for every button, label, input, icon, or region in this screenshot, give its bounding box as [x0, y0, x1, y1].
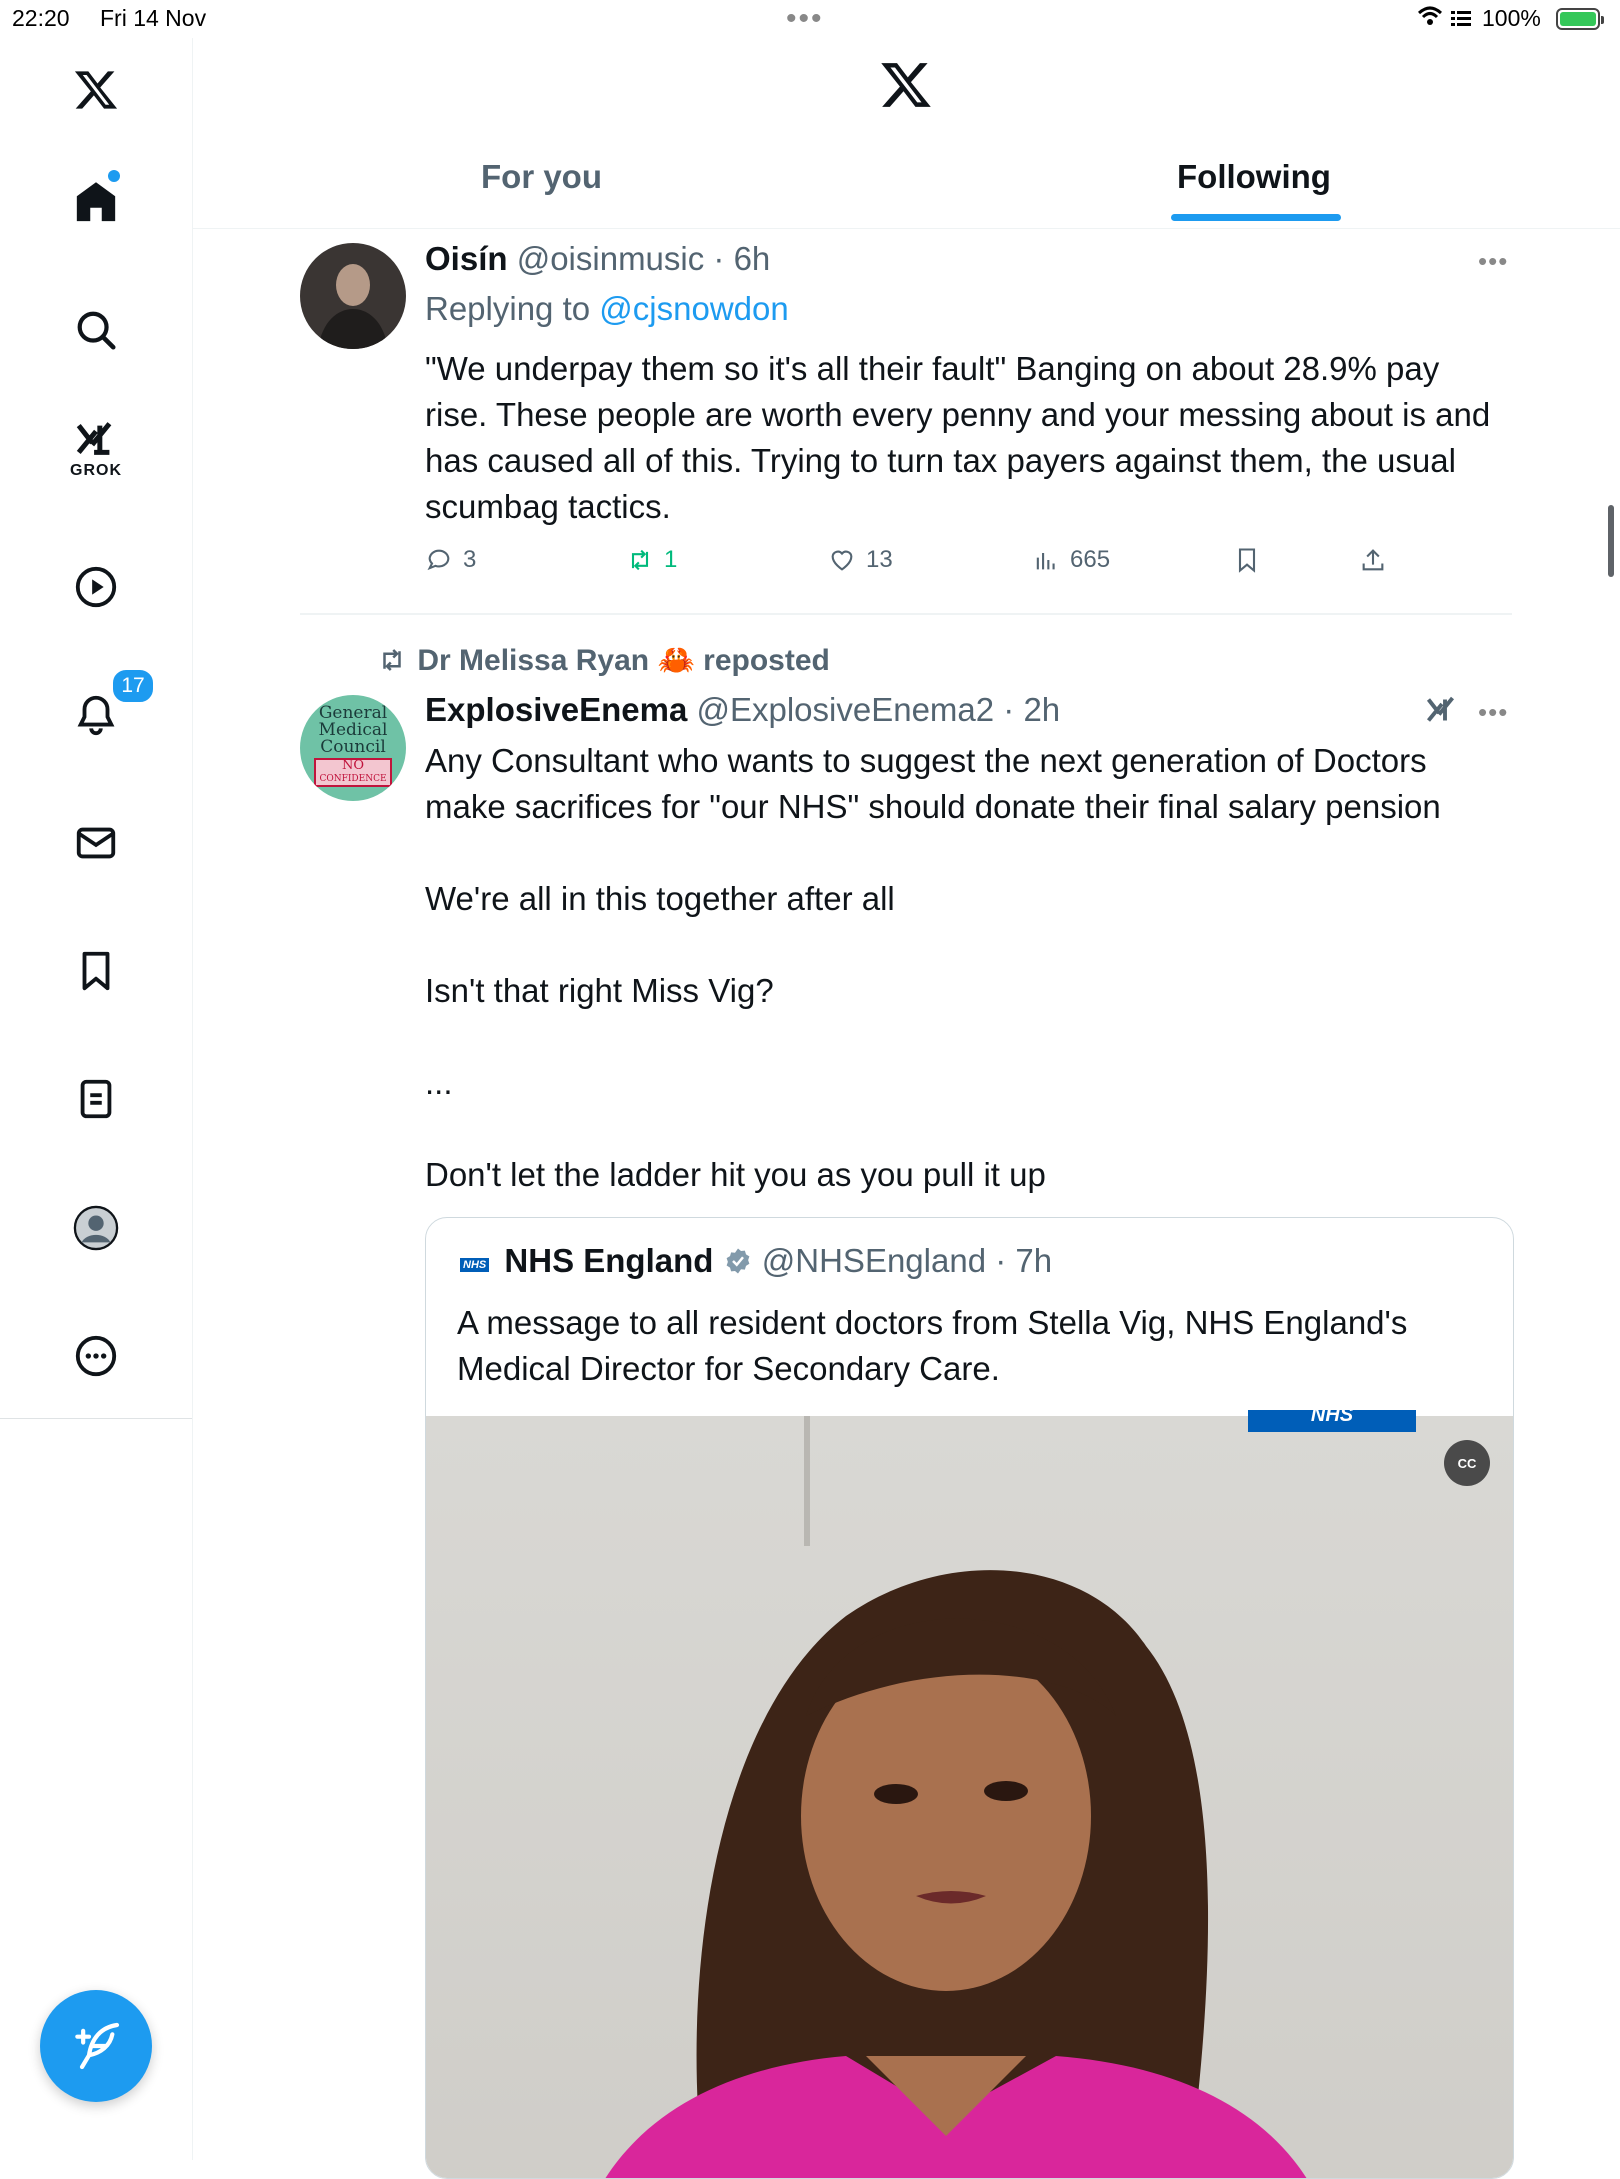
messages-icon[interactable]	[46, 803, 146, 883]
status-bar: 22:20 Fri 14 Nov ••• 100%	[0, 0, 1620, 38]
quote-text: A message to all resident doctors from S…	[457, 1304, 1408, 1387]
repost-small-icon	[383, 649, 401, 671]
battery-icon	[1556, 8, 1604, 30]
tweet-text: "We underpay them so it's all their faul…	[425, 350, 1491, 525]
tab-for-you-label: For you	[481, 158, 602, 195]
tab-for-you[interactable]: For you	[481, 158, 602, 196]
reposted-label: reposted	[703, 644, 830, 677]
multitasking-dots-icon[interactable]: •••	[786, 2, 824, 36]
repost-count: 1	[664, 546, 678, 573]
search-icon[interactable]	[46, 290, 146, 370]
tweet-paragraph: Any Consultant who wants to suggest the …	[425, 742, 1441, 825]
status-date: Fri 14 Nov	[100, 5, 207, 31]
avatar-text-line: CONFIDENCE	[319, 774, 387, 784]
reply-icon	[427, 549, 450, 571]
heart-icon	[831, 550, 853, 571]
tweet-divider	[300, 613, 1512, 615]
share-icon	[1362, 549, 1384, 571]
notifications-icon[interactable]: 17	[46, 667, 156, 755]
tweet-paragraph: We're all in this together after all	[425, 880, 895, 917]
grok-icon[interactable]: GROK	[46, 410, 146, 490]
sidebar-divider	[0, 1418, 192, 1419]
scrollbar-thumb[interactable]	[1608, 505, 1614, 577]
timeline-header: For you Following	[193, 38, 1620, 229]
replying-prefix: Replying to	[425, 290, 591, 327]
replying-to: Replying to @cjsnowdon	[425, 290, 789, 328]
quote-timestamp: 7h	[1015, 1242, 1053, 1279]
video-player[interactable]: NHS CC	[426, 1410, 1513, 2178]
like-count: 13	[866, 546, 893, 573]
more-icon[interactable]: •••	[1478, 697, 1508, 728]
repost-icon	[631, 549, 649, 571]
tab-following[interactable]: Following	[1171, 158, 1341, 221]
handle[interactable]: @oisinmusic	[517, 240, 705, 277]
quote-display-name: NHS England	[504, 1242, 714, 1279]
compose-post-button[interactable]	[40, 1990, 152, 2102]
more-options-icon[interactable]	[46, 1316, 146, 1396]
repost-button[interactable]: 1	[626, 546, 677, 574]
tweet-header: ExplosiveEnema @ExplosiveEnema2 · 2h	[425, 691, 1061, 728]
bookmarks-icon[interactable]	[46, 931, 146, 1011]
timestamp[interactable]: 6h	[734, 240, 771, 277]
video-icon[interactable]	[46, 547, 146, 627]
bookmark-button[interactable]	[1233, 546, 1271, 574]
home-unread-dot	[108, 170, 120, 182]
avatar[interactable]	[300, 243, 406, 349]
grok-label: GROK	[70, 462, 122, 479]
nhs-logo: NHS	[460, 1258, 490, 1272]
views-chart-icon	[1036, 553, 1055, 570]
home-icon[interactable]	[46, 162, 146, 242]
display-name[interactable]: ExplosiveEnema	[425, 691, 687, 728]
tweet-paragraph: Don't let the ladder hit you as you pull…	[425, 1156, 1046, 1193]
wifi-icon	[1415, 4, 1475, 36]
like-button[interactable]: 13	[828, 546, 893, 574]
quoted-tweet-card[interactable]: NHS NHS England @NHSEngland · 7h A messa…	[425, 1217, 1514, 2179]
tab-following-label: Following	[1177, 158, 1331, 195]
avatar-text-line: NO	[341, 758, 365, 773]
more-icon[interactable]: •••	[1478, 246, 1508, 277]
battery-percent: 100%	[1482, 5, 1541, 31]
x-logo-header-icon[interactable]	[879, 58, 933, 117]
tweet-header: Oisín @oisinmusic · 6h	[425, 240, 771, 277]
compose-feather-icon	[75, 2022, 120, 2070]
quote-handle: @NHSEngland	[761, 1242, 987, 1279]
reply-count: 3	[463, 546, 477, 573]
notifications-badge: 17	[110, 667, 156, 705]
tweet-paragraph: Isn't that right Miss Vig?	[425, 972, 774, 1009]
active-tab-indicator	[1171, 214, 1341, 221]
avatar-text-line: Council	[320, 737, 386, 757]
share-button[interactable]	[1359, 546, 1397, 574]
repost-context: Dr Melissa Ryan 🦀 reposted	[375, 643, 830, 678]
view-count: 665	[1070, 546, 1111, 573]
verified-badge-icon	[726, 1248, 749, 1274]
reposter-name[interactable]: Dr Melissa Ryan 🦀	[417, 644, 694, 677]
replying-handle-link[interactable]: @cjsnowdon	[599, 290, 788, 327]
reply-button[interactable]: 3	[425, 546, 476, 574]
display-name[interactable]: Oisín	[425, 240, 508, 277]
status-time: 22:20	[12, 5, 70, 31]
grok-explain-icon[interactable]	[1424, 692, 1460, 733]
bookmark-icon	[1238, 548, 1256, 573]
video-frame-person	[605, 1570, 1307, 2178]
sidebar: GROK 17	[0, 38, 193, 2160]
handle[interactable]: @ExplosiveEnema2	[696, 691, 994, 728]
timestamp[interactable]: 2h	[1023, 691, 1060, 728]
profile-avatar-icon[interactable]	[46, 1188, 146, 1268]
avatar[interactable]: General Medical Council NO CONFIDENCE	[300, 695, 406, 801]
lists-icon[interactable]	[46, 1059, 146, 1139]
tweet-paragraph: ...	[425, 1064, 453, 1101]
quote-header: NHS NHS England @NHSEngland · 7h	[460, 1242, 1052, 1280]
x-logo-icon[interactable]	[46, 50, 146, 130]
views-button[interactable]: 665	[1032, 546, 1110, 574]
